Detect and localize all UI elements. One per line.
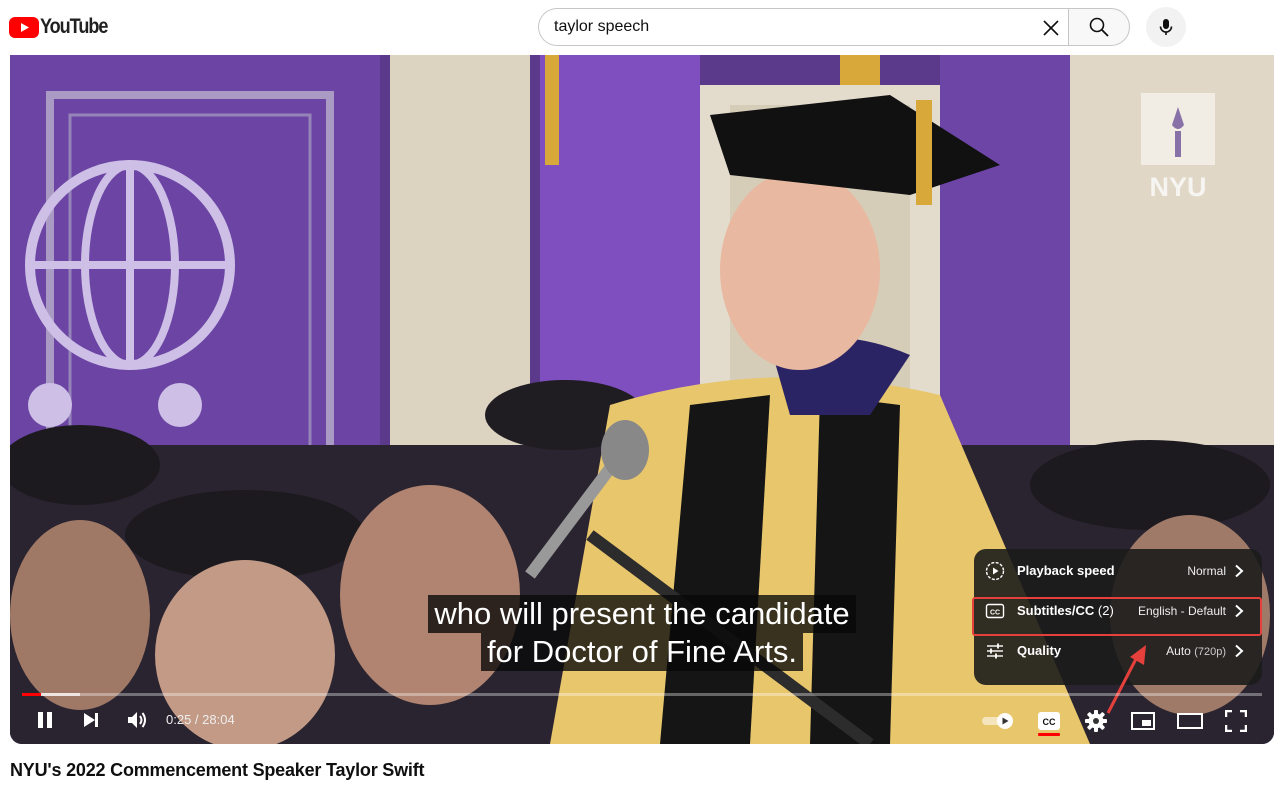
theater-mode-button[interactable]	[1176, 709, 1204, 733]
nyu-watermark-text: NYU	[1149, 172, 1206, 202]
miniplayer-button[interactable]	[1130, 709, 1156, 733]
theater-icon	[1177, 713, 1203, 729]
menu-item-value: Normal	[1187, 564, 1226, 578]
autoplay-toggle[interactable]	[980, 709, 1016, 733]
video-player[interactable]: NYU who will present the candidate for D…	[10, 55, 1274, 744]
miniplayer-icon	[1131, 712, 1155, 730]
clear-search-button[interactable]	[1036, 13, 1066, 43]
menu-item-playback-speed[interactable]: Playback speed Normal	[974, 551, 1262, 591]
menu-item-label-group: Subtitles/CC (2)	[1017, 603, 1114, 618]
volume-icon	[128, 712, 146, 728]
progress-bar[interactable]	[22, 693, 1262, 696]
menu-item-quality[interactable]: Quality Auto (720p)	[974, 631, 1262, 671]
svg-text:CC: CC	[1043, 717, 1056, 727]
settings-menu: Playback speed Normal CC Subtitles/CC (2…	[974, 549, 1262, 685]
youtube-logo[interactable]: YouTube	[9, 15, 118, 38]
search-box	[538, 8, 1068, 46]
gear-icon	[1085, 710, 1107, 732]
autoplay-icon	[982, 713, 1013, 729]
menu-item-label: Subtitles/CC	[1017, 603, 1095, 618]
microphone-icon	[1159, 19, 1173, 35]
captions-active-indicator	[1038, 733, 1060, 736]
chevron-right-icon	[1235, 644, 1244, 658]
menu-item-subtitles[interactable]: CC Subtitles/CC (2) English - Default	[974, 591, 1262, 631]
progress-played	[22, 693, 41, 696]
next-button[interactable]	[78, 707, 104, 733]
video-title: NYU's 2022 Commencement Speaker Taylor S…	[10, 760, 425, 780]
subtitle-line: for Doctor of Fine Arts.	[480, 633, 804, 671]
time-display: 0:25 / 28:04	[166, 712, 235, 727]
subtitle-track-count: (2)	[1097, 603, 1114, 618]
menu-item-value: English - Default	[1137, 604, 1226, 618]
pause-icon	[38, 712, 52, 728]
chevron-right-icon	[1235, 564, 1244, 578]
svg-text:CC: CC	[990, 610, 1000, 617]
settings-button[interactable]	[1083, 708, 1109, 734]
quality-resolution: (720p)	[1194, 646, 1226, 658]
search-icon	[1089, 17, 1109, 37]
menu-item-value-group: Auto (720p)	[1166, 644, 1226, 658]
close-icon	[1043, 20, 1059, 36]
chevron-right-icon	[1235, 604, 1244, 618]
menu-item-label: Playback speed	[1017, 563, 1115, 578]
captions-button[interactable]: CC	[1036, 709, 1062, 733]
volume-button[interactable]	[124, 707, 150, 733]
fullscreen-icon	[1225, 710, 1247, 732]
subtitle-line: who will present the candidate	[428, 595, 856, 633]
fullscreen-button[interactable]	[1224, 709, 1248, 733]
next-icon	[84, 713, 98, 727]
menu-item-label: Quality	[1017, 643, 1062, 658]
voice-search-button[interactable]	[1146, 7, 1186, 47]
menu-item-value: Auto	[1166, 644, 1191, 658]
nyu-watermark-logo: NYU	[1141, 93, 1215, 202]
youtube-wordmark: YouTube	[40, 15, 108, 38]
search-input[interactable]	[554, 17, 1024, 37]
search-button[interactable]	[1068, 8, 1130, 46]
cc-icon: CC	[1038, 712, 1060, 730]
subtitles-icon: CC	[985, 603, 1005, 619]
playback-speed-icon	[985, 561, 1005, 581]
youtube-play-logo-icon	[9, 16, 39, 38]
quality-sliders-icon	[987, 643, 1003, 659]
pause-button[interactable]	[32, 707, 58, 733]
